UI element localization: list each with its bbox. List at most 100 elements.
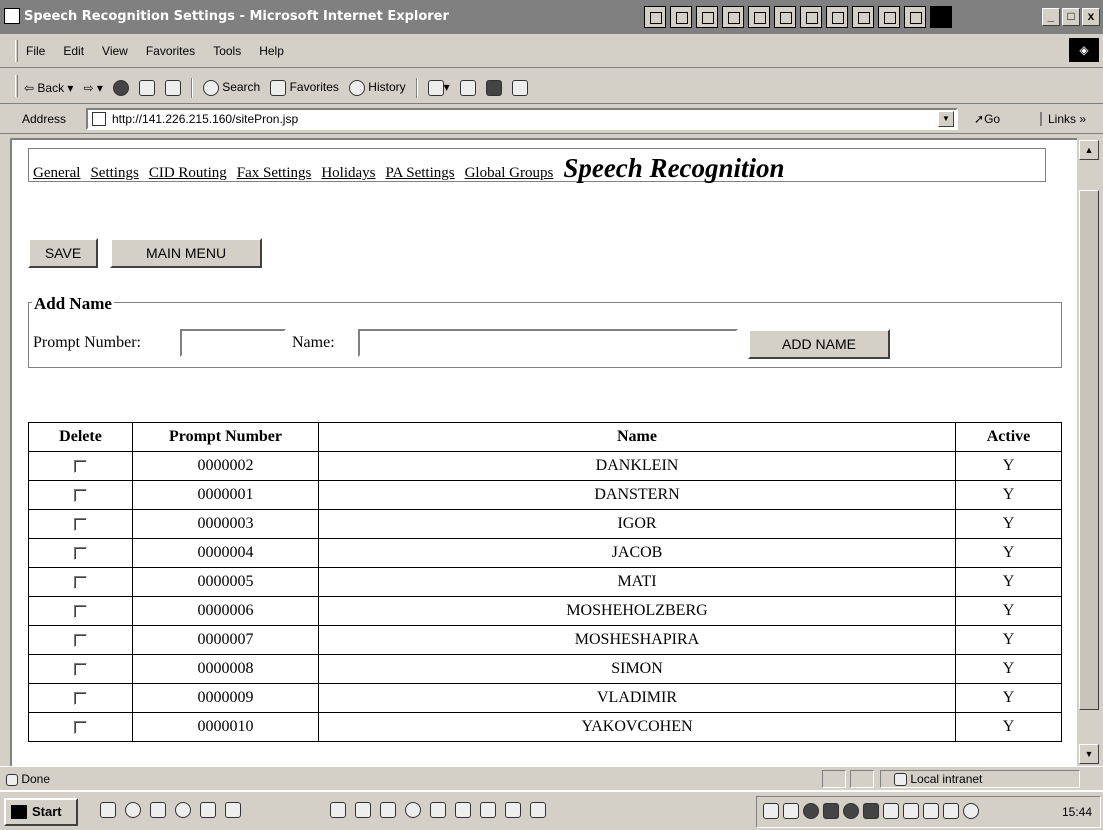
tray-network-icon[interactable] bbox=[763, 803, 779, 819]
history-button[interactable]: History bbox=[348, 80, 406, 96]
delete-checkbox[interactable] bbox=[74, 604, 87, 618]
delete-checkbox[interactable] bbox=[74, 720, 87, 734]
tray-app-icon[interactable] bbox=[943, 803, 959, 819]
save-button[interactable]: SAVE bbox=[28, 238, 98, 268]
nav-link-fax-settings[interactable]: Fax Settings bbox=[237, 165, 312, 182]
minimize-button[interactable]: _ bbox=[1042, 8, 1060, 26]
start-button[interactable]: Start bbox=[4, 798, 78, 826]
word-icon[interactable] bbox=[644, 6, 666, 28]
desktop-icon[interactable] bbox=[930, 6, 952, 28]
task-mail-icon[interactable] bbox=[430, 802, 446, 818]
tray-volume-icon[interactable] bbox=[783, 803, 799, 819]
table-row: 0000001 DANSTERN Y bbox=[28, 480, 1062, 510]
nav-link-pa-settings[interactable]: PA Settings bbox=[386, 165, 455, 182]
scroll-up-icon[interactable]: ▲ bbox=[1079, 140, 1099, 160]
ie-icon[interactable] bbox=[125, 802, 141, 818]
task-explorer-icon[interactable] bbox=[505, 802, 521, 818]
task-ie-icon[interactable] bbox=[380, 802, 396, 818]
tasks-icon[interactable] bbox=[904, 6, 926, 28]
delete-checkbox[interactable] bbox=[74, 662, 87, 676]
delete-cell bbox=[28, 625, 133, 655]
name-cell: MOSHEHOLZBERG bbox=[318, 596, 956, 626]
delete-checkbox[interactable] bbox=[74, 691, 87, 705]
scroll-thumb[interactable] bbox=[1079, 190, 1099, 710]
task-mail-icon[interactable] bbox=[455, 802, 471, 818]
menu-tools[interactable]: Tools bbox=[213, 44, 241, 58]
edit-icon[interactable] bbox=[485, 80, 502, 96]
tray-language-icon[interactable] bbox=[823, 803, 839, 819]
prompt-number-cell: 0000005 bbox=[132, 567, 319, 597]
search-button[interactable]: Search bbox=[202, 80, 260, 96]
page-content: General Settings CID Routing Fax Setting… bbox=[10, 138, 1077, 766]
browser-window: Speech Recognition Settings - Microsoft … bbox=[0, 0, 1103, 830]
excel-icon[interactable] bbox=[670, 6, 692, 28]
address-dropdown-icon[interactable]: ▼ bbox=[938, 111, 954, 127]
nav-link-cid-routing[interactable]: CID Routing bbox=[149, 165, 227, 182]
media-icon[interactable] bbox=[175, 802, 191, 818]
binder-icon[interactable] bbox=[826, 6, 848, 28]
paint-icon[interactable] bbox=[225, 802, 241, 818]
add-name-button[interactable]: ADD NAME bbox=[748, 329, 890, 359]
nav-link-holidays[interactable]: Holidays bbox=[321, 165, 375, 182]
delete-checkbox[interactable] bbox=[74, 633, 87, 647]
delete-checkbox[interactable] bbox=[74, 575, 87, 589]
tray-app-icon[interactable] bbox=[883, 803, 899, 819]
tray-app-icon[interactable] bbox=[843, 803, 859, 819]
note-icon[interactable] bbox=[878, 6, 900, 28]
go-button[interactable]: ➚Go bbox=[974, 112, 1000, 126]
task-word-icon[interactable] bbox=[530, 802, 546, 818]
nav-link-settings[interactable]: Settings bbox=[90, 165, 138, 182]
powerpoint-icon[interactable] bbox=[696, 6, 718, 28]
vertical-scrollbar[interactable]: ▲ ▼ bbox=[1077, 138, 1101, 766]
frontpage-icon[interactable] bbox=[800, 6, 822, 28]
menu-favorites[interactable]: Favorites bbox=[146, 44, 195, 58]
delete-checkbox[interactable] bbox=[74, 546, 87, 560]
access-icon[interactable] bbox=[722, 6, 744, 28]
maximize-button[interactable]: □ bbox=[1062, 8, 1080, 26]
favorites-button[interactable]: Favorites bbox=[270, 80, 339, 96]
publisher-icon[interactable] bbox=[774, 6, 796, 28]
tray-app-icon[interactable] bbox=[923, 803, 939, 819]
address-input[interactable]: http://141.226.215.160/sitePron.jsp ▼ bbox=[86, 108, 958, 130]
forward-button[interactable]: ⇨ ▾ bbox=[83, 81, 102, 95]
outlook-icon[interactable] bbox=[748, 6, 770, 28]
nav-link-global-groups[interactable]: Global Groups bbox=[465, 165, 554, 182]
main-menu-button[interactable]: MAIN MENU bbox=[110, 238, 262, 268]
delete-checkbox[interactable] bbox=[74, 459, 87, 473]
table-row: 0000006 MOSHEHOLZBERG Y bbox=[28, 596, 1062, 626]
print-icon[interactable] bbox=[459, 80, 476, 96]
home-icon[interactable] bbox=[164, 80, 181, 96]
nav-link-general[interactable]: General bbox=[33, 165, 80, 182]
tray-app-icon[interactable] bbox=[863, 803, 879, 819]
show-desktop-icon[interactable] bbox=[100, 802, 116, 818]
close-button[interactable]: x bbox=[1082, 8, 1100, 26]
tray-app-icon[interactable] bbox=[903, 803, 919, 819]
search-icon bbox=[202, 80, 219, 96]
refresh-icon[interactable] bbox=[138, 80, 155, 96]
menu-file[interactable]: File bbox=[26, 44, 45, 58]
tray-app-icon[interactable] bbox=[963, 803, 979, 819]
menu-edit[interactable]: Edit bbox=[63, 44, 84, 58]
links-button[interactable]: Links » bbox=[1040, 112, 1086, 126]
discuss-icon[interactable] bbox=[511, 80, 528, 96]
scroll-down-icon[interactable]: ▼ bbox=[1079, 744, 1099, 764]
task-paint-icon[interactable] bbox=[330, 802, 346, 818]
menu-help[interactable]: Help bbox=[259, 44, 284, 58]
task-mail-icon[interactable] bbox=[480, 802, 496, 818]
stop-icon[interactable] bbox=[112, 80, 129, 96]
name-input[interactable] bbox=[358, 329, 738, 357]
task-media-icon[interactable] bbox=[405, 802, 421, 818]
delete-checkbox[interactable] bbox=[74, 488, 87, 502]
mail-icon[interactable] bbox=[852, 6, 874, 28]
mail-button[interactable]: ▾ bbox=[427, 80, 450, 96]
back-button[interactable]: ⇦ Back ▾ bbox=[24, 81, 73, 95]
outlook-express-icon[interactable] bbox=[150, 802, 166, 818]
calculator-icon[interactable] bbox=[200, 802, 216, 818]
tray-app-icon[interactable] bbox=[803, 803, 819, 819]
menu-view[interactable]: View bbox=[102, 44, 128, 58]
task-calculator-icon[interactable] bbox=[355, 802, 371, 818]
zone-label: Local intranet bbox=[910, 772, 983, 786]
prompt-number-input[interactable] bbox=[180, 329, 286, 357]
delete-checkbox[interactable] bbox=[74, 517, 87, 531]
windows-flag-icon bbox=[11, 805, 27, 819]
